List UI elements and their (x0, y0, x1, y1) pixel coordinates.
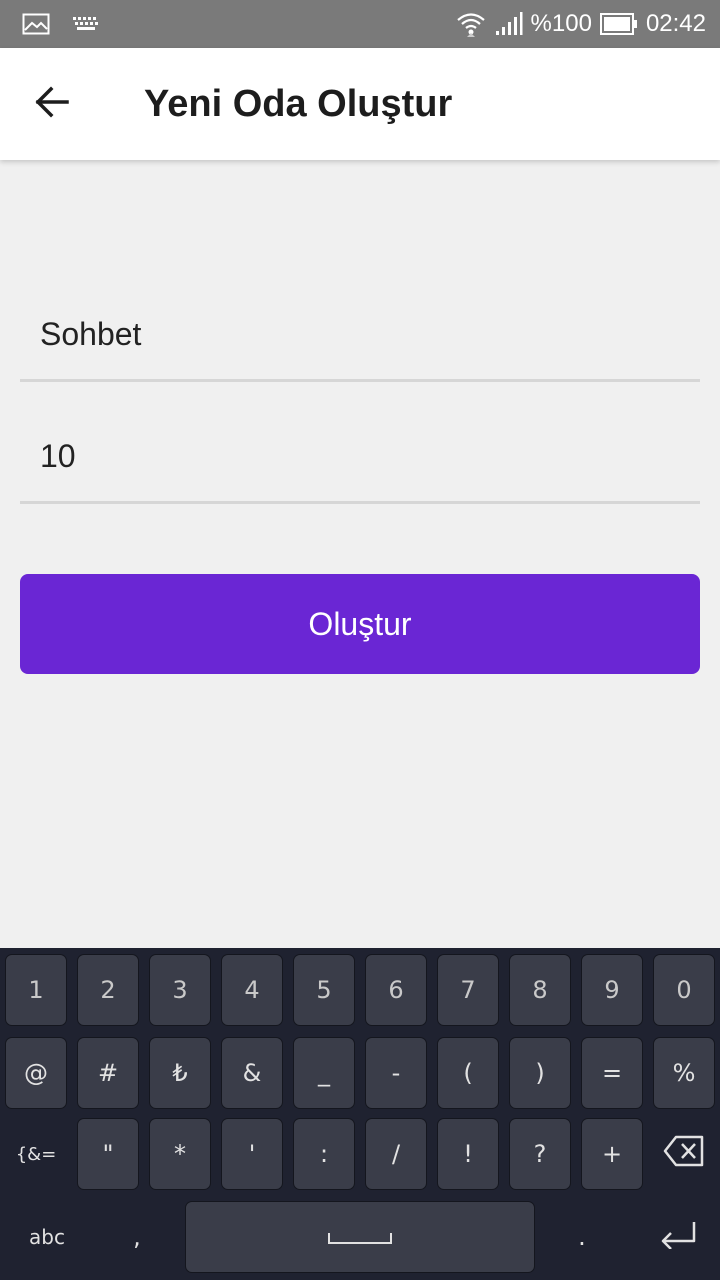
key-hyphen[interactable]: - (365, 1037, 427, 1109)
space-icon (327, 1223, 393, 1251)
capacity-field[interactable] (20, 400, 700, 504)
key-9[interactable]: 9 (581, 954, 643, 1026)
space-key[interactable] (185, 1201, 535, 1273)
backspace-icon (663, 1135, 705, 1173)
capacity-input[interactable] (40, 438, 680, 475)
key-2[interactable]: 2 (77, 954, 139, 1026)
key-period[interactable]: . (551, 1201, 613, 1273)
clock: 02:42 (645, 10, 706, 37)
enter-key[interactable] (643, 1201, 713, 1273)
key-6[interactable]: 6 (365, 954, 427, 1026)
key-asterisk[interactable]: * (149, 1118, 211, 1190)
wifi-icon (455, 9, 487, 39)
enter-icon (658, 1219, 698, 1255)
signal-icon (495, 11, 523, 37)
key-0[interactable]: 0 (653, 954, 715, 1026)
key-apostrophe[interactable]: ' (221, 1118, 283, 1190)
battery-icon (599, 13, 638, 35)
page-title: Yeni Oda Oluştur (144, 82, 453, 125)
key-lira[interactable]: ₺ (149, 1037, 211, 1109)
key-equals[interactable]: = (581, 1037, 643, 1109)
soft-keyboard: 1 2 3 4 5 6 7 8 9 0 @ # ₺ & _ - ( ) = % … (0, 948, 720, 1280)
key-hash[interactable]: # (77, 1037, 139, 1109)
key-question[interactable]: ? (509, 1118, 571, 1190)
key-slash[interactable]: / (365, 1118, 427, 1190)
key-abc-mode[interactable]: abc (5, 1201, 89, 1273)
room-name-input[interactable] (40, 316, 680, 353)
key-exclamation[interactable]: ! (437, 1118, 499, 1190)
create-button[interactable]: Oluştur (20, 574, 700, 674)
battery-text: %100 (530, 10, 592, 37)
back-button[interactable] (0, 48, 104, 160)
key-symbols-mode[interactable]: {&= (5, 1118, 67, 1190)
key-at[interactable]: @ (5, 1037, 67, 1109)
key-open-paren[interactable]: ( (437, 1037, 499, 1109)
key-close-paren[interactable]: ) (509, 1037, 571, 1109)
key-3[interactable]: 3 (149, 954, 211, 1026)
room-name-field[interactable] (20, 278, 700, 382)
status-bar: %100 02:42 (0, 0, 720, 48)
arrow-left-icon (34, 86, 70, 123)
key-ampersand[interactable]: & (221, 1037, 283, 1109)
key-comma[interactable]: , (106, 1201, 168, 1273)
app-bar: Yeni Oda Oluştur (0, 48, 720, 160)
key-5[interactable]: 5 (293, 954, 355, 1026)
key-colon[interactable]: : (293, 1118, 355, 1190)
key-1[interactable]: 1 (5, 954, 67, 1026)
backspace-key[interactable] (653, 1118, 715, 1190)
key-plus[interactable]: + (581, 1118, 643, 1190)
key-8[interactable]: 8 (509, 954, 571, 1026)
key-double-quote[interactable]: " (77, 1118, 139, 1190)
key-4[interactable]: 4 (221, 954, 283, 1026)
key-7[interactable]: 7 (437, 954, 499, 1026)
key-underscore[interactable]: _ (293, 1037, 355, 1109)
keyboard-notification-icon (72, 15, 100, 33)
gallery-icon (22, 13, 50, 35)
key-percent[interactable]: % (653, 1037, 715, 1109)
